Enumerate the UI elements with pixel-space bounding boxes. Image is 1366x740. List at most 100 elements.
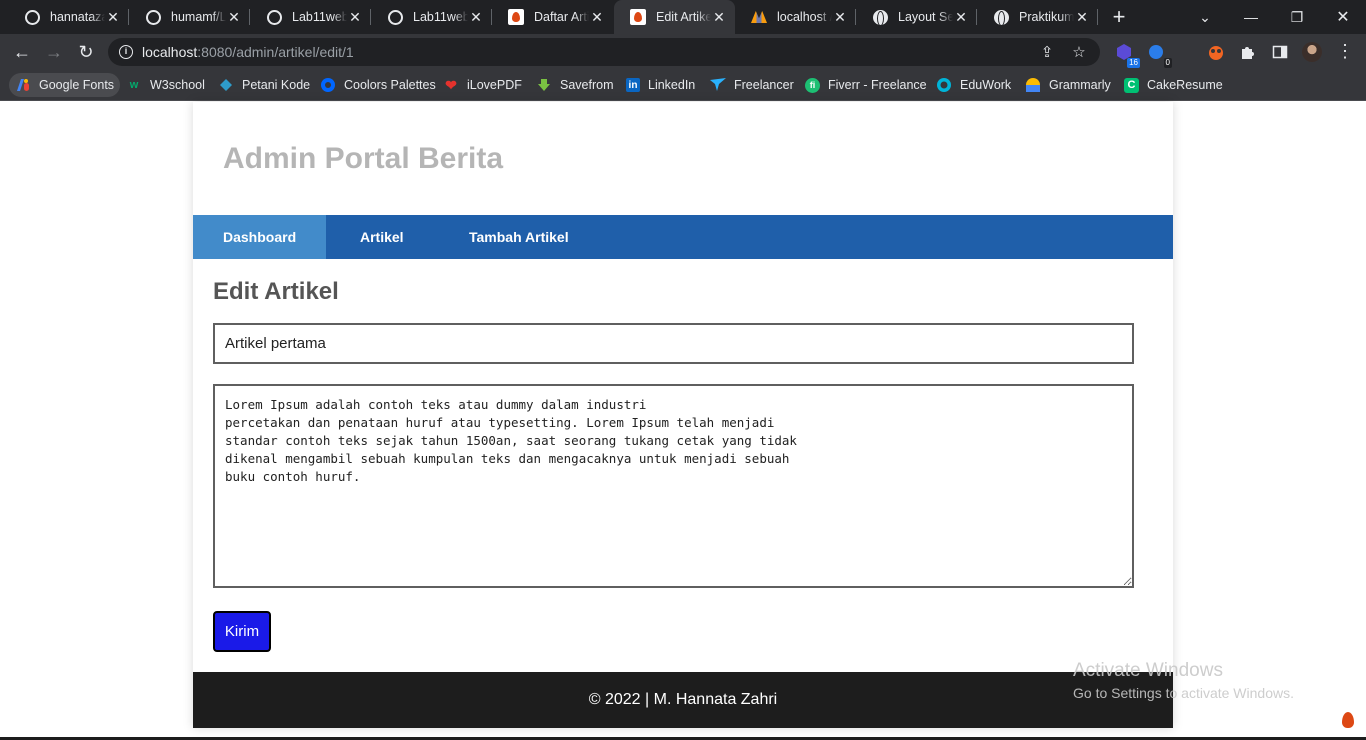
freelancer-icon xyxy=(710,77,726,93)
fiverr-icon: fi xyxy=(805,77,820,93)
article-body-textarea[interactable]: Lorem Ipsum adalah contoh teks atau dumm… xyxy=(213,384,1134,588)
close-icon[interactable]: ✕ xyxy=(711,9,727,25)
bookmark-ilovepdf[interactable]: ❤ iLovePDF xyxy=(437,73,528,97)
close-icon[interactable]: ✕ xyxy=(1074,9,1090,25)
bookmark-label: Savefrom xyxy=(560,78,614,92)
bookmark-petani-kode[interactable]: Petani Kode xyxy=(212,73,316,97)
w3schools-icon: w xyxy=(129,79,139,91)
extension-badge: 16 xyxy=(1127,58,1140,68)
bookmark-label: Google Fonts xyxy=(39,78,115,92)
bookmark-fiverr[interactable]: fi Fiverr - Freelance xyxy=(799,73,933,97)
phpmyadmin-icon xyxy=(751,9,767,25)
new-tab-button[interactable]: + xyxy=(1108,6,1130,29)
page-container: Admin Portal Berita Dashboard Artikel Ta… xyxy=(193,102,1173,728)
extension-icon[interactable] xyxy=(1206,42,1226,62)
close-window-button[interactable]: ✕ xyxy=(1320,0,1366,34)
bookmark-w3school[interactable]: w W3school xyxy=(120,73,211,97)
watermark-title: Activate Windows xyxy=(1073,660,1223,681)
minimize-button[interactable]: — xyxy=(1228,0,1274,34)
tab-title: Daftar Artikel xyxy=(534,10,589,24)
tab-title: Praktikum xyxy=(1019,10,1074,24)
bookmark-label: iLovePDF xyxy=(467,78,522,92)
github-icon xyxy=(387,9,403,25)
tab-daftar-artikel[interactable]: Daftar Artikel ✕ xyxy=(492,0,613,34)
close-icon[interactable]: ✕ xyxy=(953,9,969,25)
tab-title: Lab11web/ xyxy=(292,10,347,24)
browser-menu-icon[interactable]: ⋮ xyxy=(1336,40,1354,64)
bookmark-linkedin[interactable]: in LinkedIn xyxy=(620,73,701,97)
close-icon[interactable]: ✕ xyxy=(468,9,484,25)
url-host: localhost xyxy=(142,44,198,60)
tab-praktikum[interactable]: Praktikum ✕ xyxy=(977,0,1098,34)
bookmark-grammarly[interactable]: Grammarly xyxy=(1019,73,1117,97)
close-icon[interactable]: ✕ xyxy=(226,9,242,25)
tab-hannatazahri[interactable]: hannatazahri ✕ xyxy=(8,0,129,34)
codeigniter-icon xyxy=(630,9,646,25)
tab-localhost-phpmyadmin[interactable]: localhost / ✕ xyxy=(735,0,856,34)
close-icon[interactable]: ✕ xyxy=(105,9,121,25)
extension-icon[interactable]: 16 xyxy=(1114,42,1140,68)
tab-edit-artikel[interactable]: Edit Artikel ✕ xyxy=(614,0,735,34)
restore-button[interactable]: ❐ xyxy=(1274,0,1320,34)
bookmark-freelancer[interactable]: Freelancer xyxy=(704,73,800,97)
bookmark-eduwork[interactable]: EduWork xyxy=(930,73,1017,97)
bookmark-label: Petani Kode xyxy=(242,78,311,92)
grammarly-icon xyxy=(1025,77,1041,93)
windows-activation-watermark: Activate Windows Go to Settings to activ… xyxy=(1073,660,1294,701)
site-footer: © 2022 | M. Hannata Zahri xyxy=(193,672,1173,728)
bookmark-star-icon[interactable]: ☆ xyxy=(1070,43,1088,61)
close-icon[interactable]: ✕ xyxy=(832,9,848,25)
bookmark-cakeresume[interactable]: C CakeResume xyxy=(1118,73,1229,97)
codeigniter-debug-toolbar-icon[interactable] xyxy=(1336,708,1360,732)
codeigniter-icon xyxy=(508,9,524,25)
watermark-subtitle: Go to Settings to activate Windows. xyxy=(1073,685,1294,701)
close-icon[interactable]: ✕ xyxy=(347,9,363,25)
google-fonts-icon xyxy=(15,77,31,93)
tab-lab11web-1[interactable]: Lab11web/ ✕ xyxy=(250,0,371,34)
side-panel-icon[interactable] xyxy=(1270,42,1290,62)
tab-humamf[interactable]: humamf/Lab ✕ xyxy=(129,0,250,34)
url-text[interactable]: localhost:8080/admin/artikel/edit/1 xyxy=(142,44,354,60)
close-icon[interactable]: ✕ xyxy=(589,9,605,25)
forward-button[interactable]: → xyxy=(40,38,68,66)
browser-tab-strip: hannatazahri ✕ humamf/Lab ✕ Lab11web/ ✕ … xyxy=(0,0,1366,34)
bookmark-label: Fiverr - Freelance xyxy=(828,78,927,92)
browser-toolbar: ← → ↻ i localhost:8080/admin/artikel/edi… xyxy=(0,34,1366,70)
github-icon xyxy=(24,9,40,25)
profile-avatar[interactable] xyxy=(1302,42,1322,62)
coolors-icon xyxy=(320,77,336,93)
puzzle-icon[interactable] xyxy=(1238,42,1258,62)
tab-title: hannatazahri xyxy=(50,10,105,24)
bookmark-label: LinkedIn xyxy=(648,78,696,92)
page-heading: Edit Artikel xyxy=(213,278,339,305)
submit-button[interactable]: Kirim xyxy=(213,611,271,652)
globe-icon xyxy=(993,9,1009,25)
back-button[interactable]: ← xyxy=(8,38,36,66)
article-title-input[interactable] xyxy=(213,323,1134,364)
share-icon[interactable]: ⇪ xyxy=(1038,43,1056,61)
github-icon xyxy=(145,9,161,25)
bookmark-label: EduWork xyxy=(960,78,1012,92)
eduwork-icon xyxy=(936,77,952,93)
main-nav: Dashboard Artikel Tambah Artikel xyxy=(193,215,1173,259)
extension-badge: 0 xyxy=(1163,58,1172,68)
tab-lab11web-2[interactable]: Lab11web/ ✕ xyxy=(371,0,492,34)
tab-search-chevron-icon[interactable]: ⌄ xyxy=(1182,0,1228,34)
site-info-icon[interactable]: i xyxy=(119,45,133,59)
cakeresume-icon: C xyxy=(1124,77,1139,93)
address-bar[interactable]: i localhost:8080/admin/artikel/edit/1 ⇪ … xyxy=(108,38,1100,66)
bookmark-label: W3school xyxy=(150,78,205,92)
bookmark-label: CakeResume xyxy=(1147,78,1223,92)
extension-icon[interactable]: 0 xyxy=(1146,42,1172,68)
nav-dashboard[interactable]: Dashboard xyxy=(193,215,326,259)
linkedin-icon: in xyxy=(626,78,640,92)
reload-button[interactable]: ↻ xyxy=(72,38,100,66)
nav-tambah-artikel[interactable]: Tambah Artikel xyxy=(439,215,599,259)
bookmark-google-fonts[interactable]: Google Fonts xyxy=(9,73,121,97)
bookmark-savefrom[interactable]: Savefrom xyxy=(530,73,620,97)
nav-artikel[interactable]: Artikel xyxy=(330,215,434,259)
tab-title: localhost / xyxy=(777,10,832,24)
bookmark-coolors[interactable]: Coolors Palettes xyxy=(314,73,442,97)
site-header: Admin Portal Berita xyxy=(193,102,1173,215)
tab-layout-sed[interactable]: Layout Sed ✕ xyxy=(856,0,977,34)
